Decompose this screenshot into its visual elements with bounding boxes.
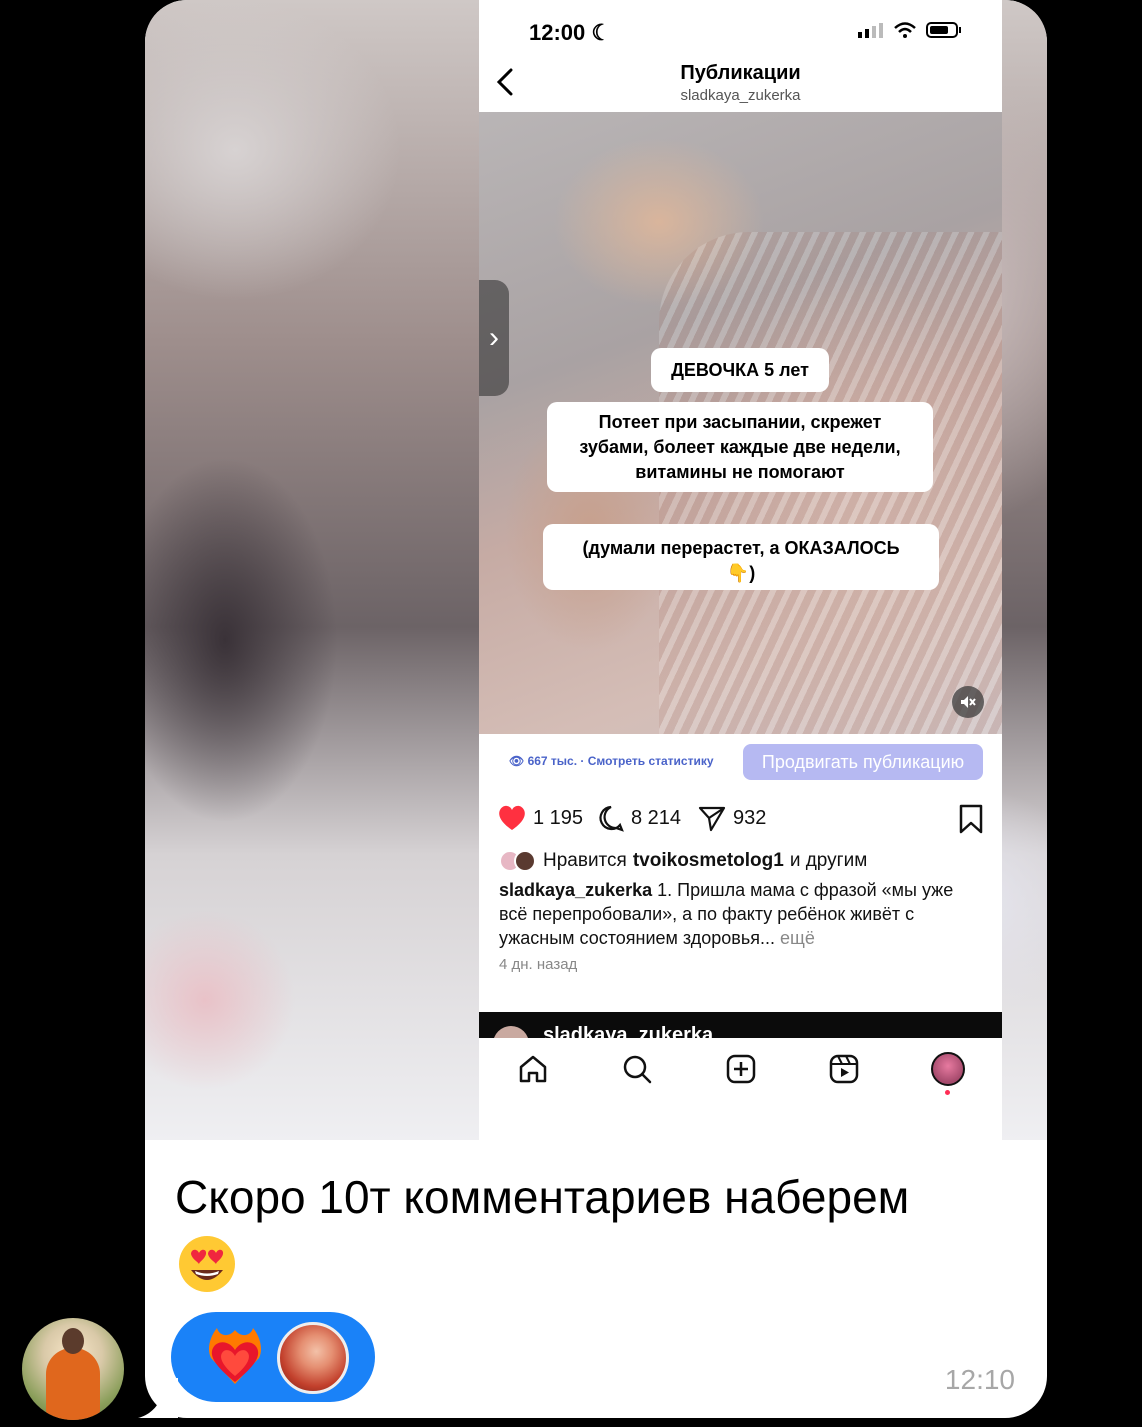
- comment-count: 8 214: [631, 806, 682, 829]
- overlay-description: Потеет при засыпании, скрежет зубами, бо…: [547, 402, 933, 492]
- share-count: 932: [733, 806, 767, 829]
- profile-tab-avatar[interactable]: [931, 1052, 965, 1086]
- next-post-header[interactable]: sladkaya_zukerka: [479, 1012, 1002, 1038]
- expand-side-button[interactable]: ›: [479, 280, 509, 396]
- post-caption: sladkaya_zukerka 1. Пришла мама с фразой…: [499, 878, 969, 950]
- message-text: Скоро 10т комментариев наберем: [175, 1171, 910, 1223]
- liker-avatars-icon: [499, 850, 536, 872]
- like-count: 1 195: [533, 806, 584, 829]
- battery-icon: [926, 22, 961, 38]
- caption-username[interactable]: sladkaya_zukerka: [499, 880, 652, 900]
- share-button[interactable]: 932: [697, 804, 766, 832]
- nav-header: Публикации sladkaya_zukerka: [479, 56, 1002, 112]
- mute-icon[interactable]: [952, 686, 984, 718]
- caption-more-link[interactable]: ещё: [780, 928, 815, 948]
- send-icon: [698, 806, 726, 832]
- bubble-tail: [138, 1378, 178, 1418]
- avatar: [493, 1026, 529, 1038]
- next-post-username: sladkaya_zukerka: [543, 1024, 714, 1038]
- sender-avatar[interactable]: [22, 1318, 124, 1420]
- overlay-title: ДЕВОЧКА 5 лет: [651, 348, 829, 392]
- reaction-pill[interactable]: [171, 1312, 375, 1402]
- wifi-icon: [894, 22, 916, 38]
- promote-button[interactable]: Продвигать публикацию: [743, 744, 983, 780]
- like-button[interactable]: 1 195: [497, 804, 583, 832]
- page-subtitle: sladkaya_zukerka: [680, 87, 801, 104]
- reactor-avatar: [277, 1322, 349, 1394]
- status-icons: [858, 22, 962, 38]
- status-time: 12:00 ☾: [529, 20, 612, 45]
- overlay-footer: (думали перерастет, а ОКАЗАЛОСЬ 👇): [543, 524, 939, 590]
- home-icon[interactable]: [516, 1052, 550, 1086]
- stats-row: 👁 667 тыс. · Смотреть статистику Продвиг…: [479, 734, 1002, 792]
- page-title: Публикации: [680, 62, 801, 84]
- notification-dot: [945, 1090, 950, 1095]
- message-time: 12:10: [944, 1364, 1015, 1395]
- plus-square-icon[interactable]: [724, 1052, 758, 1086]
- heart-on-fire-icon: [209, 1328, 261, 1384]
- post-actions: 1 195 8 214 932: [479, 796, 1002, 840]
- message-bubble[interactable]: 12:00 ☾ Публикации sladkaya_zukerka ДЕВО…: [145, 0, 1047, 1418]
- instagram-screenshot[interactable]: 12:00 ☾ Публикации sladkaya_zukerka ДЕВО…: [479, 0, 1002, 1140]
- comment-button[interactable]: 8 214: [597, 804, 681, 832]
- liked-by[interactable]: Нравится tvoikosmetolog1 и другим: [499, 850, 867, 872]
- status-bar: 12:00 ☾: [479, 0, 1002, 56]
- bookmark-icon[interactable]: [958, 804, 984, 834]
- heart-eyes-emoji-icon: [179, 1236, 235, 1292]
- bottom-tab-bar: [479, 1038, 1002, 1140]
- signal-icon: [858, 23, 883, 38]
- heart-icon: [499, 805, 525, 830]
- chevron-left-icon[interactable]: [491, 64, 521, 100]
- reels-icon[interactable]: [827, 1052, 861, 1086]
- comment-icon: [599, 805, 624, 832]
- post-photo[interactable]: ДЕВОЧКА 5 лет Потеет при засыпании, скре…: [479, 112, 1002, 734]
- post-time: 4 дн. назад: [499, 956, 578, 973]
- views-stats-link[interactable]: 👁 667 тыс. · Смотреть статистику: [509, 754, 714, 768]
- search-icon[interactable]: [620, 1052, 654, 1086]
